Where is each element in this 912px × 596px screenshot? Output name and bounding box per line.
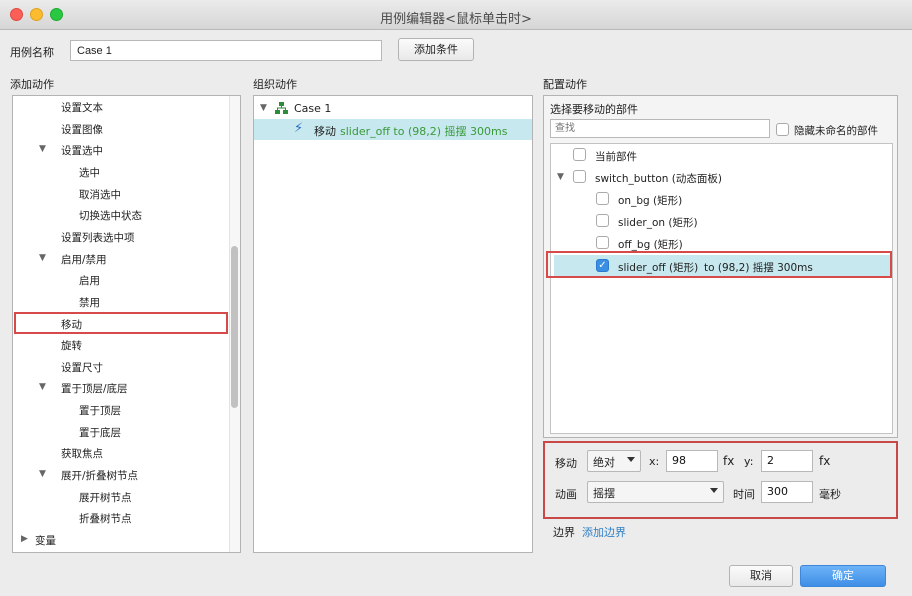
window-title: 用例编辑器<鼠标单击时>	[380, 12, 532, 27]
action-list-item[interactable]: 切换选中状态	[79, 208, 142, 223]
current-widget-label: 当前部件	[595, 151, 637, 163]
configure-action-header: 配置动作	[543, 78, 587, 91]
action-list-item[interactable]: 禁用	[79, 295, 100, 310]
action-list-item[interactable]: 置于顶层	[79, 403, 121, 418]
x-input[interactable]: 98	[666, 450, 718, 472]
action-verb: 移动	[314, 125, 336, 138]
action-list-item[interactable]: 设置选中	[61, 143, 103, 158]
action-list-item[interactable]: 设置列表选中项	[61, 230, 135, 245]
action-list-item[interactable]: 启用	[79, 273, 100, 288]
action-list-item[interactable]: 变量	[35, 533, 56, 548]
slider-on-label: slider_on (矩形)	[618, 217, 698, 229]
action-list-item[interactable]: 获取焦点	[61, 446, 103, 461]
action-list-item[interactable]: 启用/禁用	[61, 252, 107, 267]
chevron-down-icon	[710, 488, 718, 493]
action-list-item[interactable]: 展开树节点	[79, 490, 132, 505]
x-label: x:	[649, 455, 660, 468]
action-list-item[interactable]: 旋转	[61, 338, 82, 353]
action-detail: slider_off to (98,2) 摇摆 300ms	[340, 125, 508, 138]
time-input[interactable]: 300	[761, 481, 813, 503]
border-label: 边界	[553, 526, 575, 539]
add-action-header: 添加动作	[10, 78, 54, 91]
y-fx-button[interactable]: fx	[819, 454, 830, 468]
expand-triangle-icon[interactable]: ▼	[557, 172, 564, 182]
expand-triangle-icon[interactable]: ▼	[260, 103, 267, 113]
animation-label: 动画	[555, 488, 577, 501]
action-list-item[interactable]: 设置图像	[61, 122, 103, 137]
chevron-down-icon	[627, 457, 635, 462]
time-label: 时间	[733, 488, 755, 501]
action-list-item[interactable]: 选中	[79, 165, 100, 180]
window-titlebar: 用例编辑器<鼠标单击时>	[0, 0, 912, 30]
switch-button-checkbox[interactable]	[573, 170, 586, 183]
expand-triangle-icon[interactable]: ▼	[39, 469, 46, 479]
cancel-button[interactable]: 取消	[729, 565, 793, 587]
move-action-row[interactable]: ⚡ 移动 slider_off to (98,2) 摇摆 300ms	[254, 119, 532, 140]
action-list-item[interactable]: 置于顶层/底层	[61, 381, 128, 396]
organize-action-panel: ▼ Case 1 ⚡ 移动 slider_off to (98,2) 摇摆 30…	[253, 95, 533, 553]
ok-button[interactable]: 确定	[800, 565, 886, 587]
animation-type-select[interactable]: 摇摆	[587, 481, 724, 503]
action-list: 设置文本设置图像 ▼ 设置选中选中取消选中切换选中状态设置列表选中项 ▼ 启用/禁用启用…	[13, 96, 240, 552]
action-list-item[interactable]: 设置文本	[61, 100, 103, 115]
switch-button-label: switch_button (动态面板)	[595, 173, 722, 185]
off-bg-label: off_bg (矩形)	[618, 239, 683, 251]
add-action-panel: 设置文本设置图像 ▼ 设置选中选中取消选中切换选中状态设置列表选中项 ▼ 启用/禁用启用…	[12, 95, 241, 553]
select-widget-label: 选择要移动的部件	[550, 103, 638, 116]
y-input[interactable]: 2	[761, 450, 813, 472]
case-name-label: 用例名称	[10, 46, 54, 59]
widget-search-input[interactable]	[550, 119, 770, 138]
expand-triangle-icon[interactable]: ▼	[39, 253, 46, 263]
action-list-item[interactable]: 展开/折叠树节点	[61, 468, 138, 483]
hide-unnamed-label: 隐藏未命名的部件	[794, 125, 878, 137]
move-action-highlight	[14, 311, 228, 334]
collapse-triangle-icon[interactable]: ▶	[21, 534, 28, 544]
expand-triangle-icon[interactable]: ▼	[39, 144, 46, 154]
add-condition-button[interactable]: 添加条件	[398, 38, 474, 61]
case-label: Case 1	[294, 102, 332, 115]
case-tree-row[interactable]: ▼ Case 1	[254, 98, 532, 119]
move-mode-value: 绝对	[593, 456, 615, 469]
action-list-item[interactable]: 折叠树节点	[79, 511, 132, 526]
current-widget-checkbox[interactable]	[573, 148, 586, 161]
slider-on-checkbox[interactable]	[596, 214, 609, 227]
organize-action-header: 组织动作	[253, 78, 297, 91]
move-label: 移动	[555, 457, 577, 470]
case-name-input[interactable]	[70, 40, 382, 61]
move-mode-select[interactable]: 绝对	[587, 450, 641, 472]
add-border-link[interactable]: 添加边界	[582, 524, 626, 540]
lightning-icon: ⚡	[294, 121, 304, 136]
on-bg-label: on_bg (矩形)	[618, 195, 683, 207]
move-animation-settings: 移动 绝对 x: 98 fx y: 2 fx 动画 摇摆 时间 300 毫秒	[543, 441, 898, 519]
case-icon	[275, 102, 288, 114]
time-unit-label: 毫秒	[819, 488, 841, 501]
animation-type-value: 摇摆	[593, 487, 615, 500]
selected-widget-highlight	[546, 251, 892, 278]
hide-unnamed-checkbox[interactable]	[776, 123, 789, 136]
action-list-scroll-thumb[interactable]	[231, 246, 238, 408]
action-list-item[interactable]: 置于底层	[79, 425, 121, 440]
x-fx-button[interactable]: fx	[723, 454, 734, 468]
action-list-item[interactable]: 取消选中	[79, 187, 121, 202]
expand-triangle-icon[interactable]: ▼	[39, 382, 46, 392]
on-bg-checkbox[interactable]	[596, 192, 609, 205]
off-bg-checkbox[interactable]	[596, 236, 609, 249]
y-label: y:	[744, 455, 754, 468]
action-list-item[interactable]: 设置尺寸	[61, 360, 103, 375]
widget-tree: 当前部件 ▼ switch_button (动态面板) on_bg (矩形) s…	[550, 143, 893, 434]
